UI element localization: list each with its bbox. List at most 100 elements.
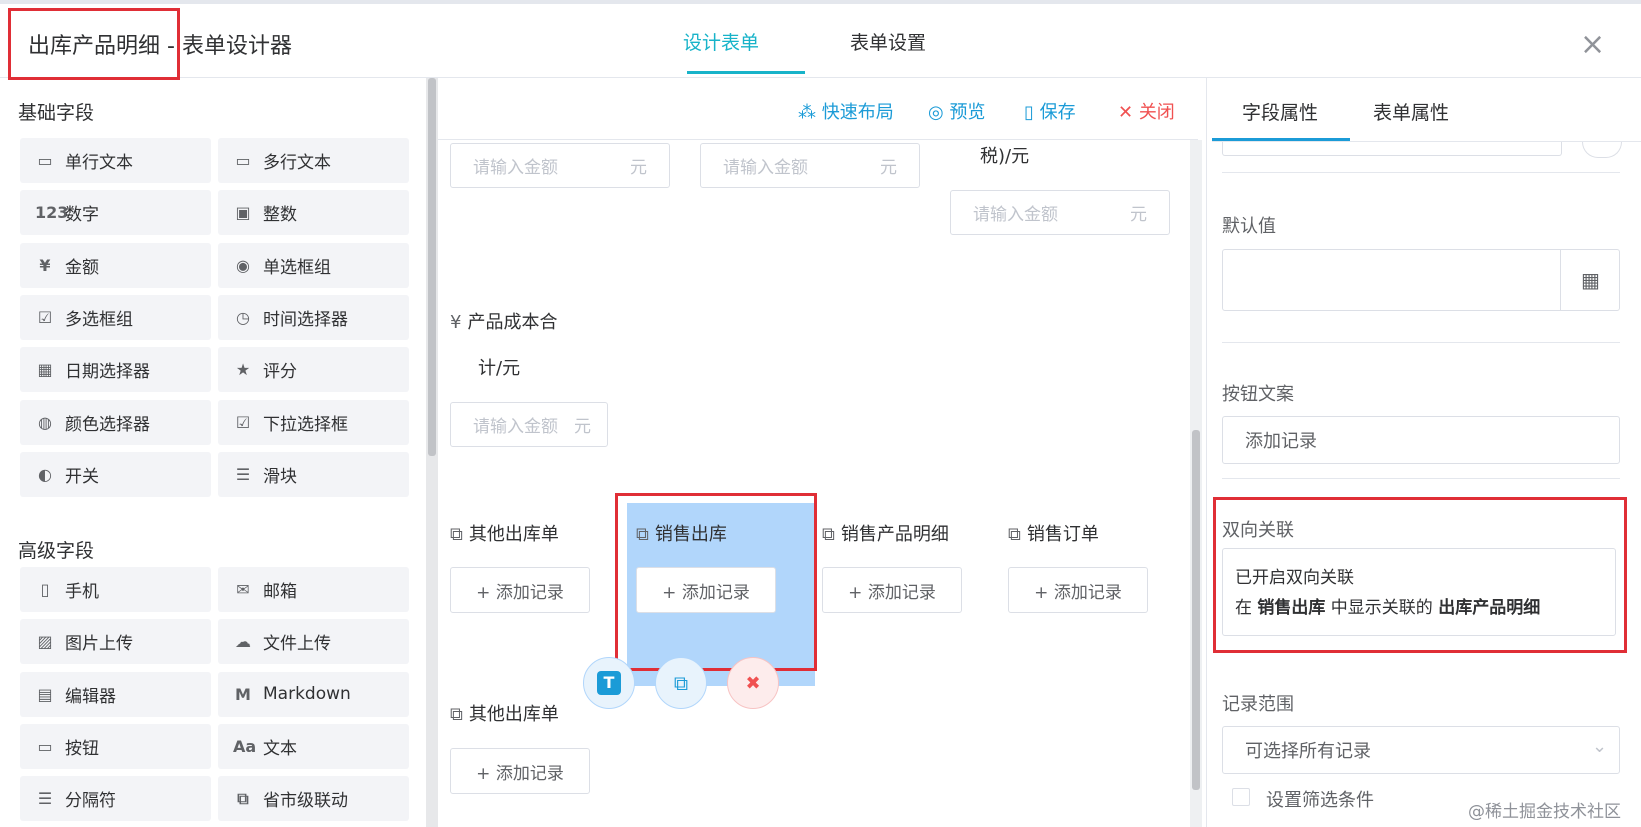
add-record-button[interactable]: + 添加记录	[450, 567, 590, 613]
record-range-label: 记录范围	[1222, 694, 1294, 715]
tab-design-form[interactable]: 设计表单	[683, 28, 759, 55]
add-record-button[interactable]: + 添加记录	[1008, 567, 1148, 613]
add-record-button[interactable]: + 添加记录	[822, 567, 962, 613]
section-divider	[1222, 342, 1620, 343]
component-item[interactable]: ☑ 下拉选择框	[218, 399, 409, 445]
link-icon: ⧉	[450, 524, 463, 545]
amount-input[interactable]: 请输入金额元	[700, 143, 920, 188]
save-button[interactable]: ▯ 保存	[1024, 98, 1076, 124]
component-icon: ☰	[37, 789, 53, 809]
link-icon: ⧉	[1008, 524, 1021, 545]
button-text-input[interactable]: 添加记录	[1222, 416, 1620, 464]
component-item[interactable]: 123 数字	[20, 190, 211, 236]
amount-input[interactable]: 请输入金额元	[950, 190, 1170, 235]
record-range-select[interactable]: 可选择所有记录	[1222, 726, 1620, 774]
save-icon: ▯	[1024, 102, 1040, 123]
component-label: 多选框组	[65, 309, 133, 330]
component-label: 滑块	[263, 466, 297, 487]
tax-label-tail: 税)/元	[980, 146, 1030, 167]
component-item[interactable]: ▯ 手机	[20, 567, 211, 612]
component-label: 文本	[263, 738, 297, 759]
grid-icon[interactable]: ▦	[1581, 268, 1600, 292]
component-label: 文件上传	[263, 634, 331, 655]
field-type-button[interactable]: T	[583, 657, 635, 709]
component-item[interactable]: ▭ 多行文本	[218, 138, 409, 183]
relation-label-other-outbound[interactable]: ⧉ 其他出库单	[450, 520, 559, 546]
component-item[interactable]: ◍ 颜色选择器	[20, 399, 211, 445]
copy-field-button[interactable]: ⧉	[655, 657, 707, 709]
component-item[interactable]: ☑ 多选框组	[20, 294, 211, 340]
amount-input[interactable]: 请输入金额元	[450, 143, 670, 188]
component-label: 金额	[65, 257, 99, 278]
component-label: 图片上传	[65, 634, 133, 655]
component-icon: ◷	[236, 307, 250, 327]
component-item[interactable]: ★ 评分	[218, 347, 409, 393]
designer-title: 表单设计器	[181, 34, 292, 59]
component-icon: ▭	[235, 151, 251, 170]
component-icon: ▭	[37, 736, 53, 756]
tab-form-properties[interactable]: 表单属性	[1373, 98, 1449, 125]
component-item[interactable]: ¥ 金额	[20, 242, 211, 288]
amount-icon: ¥	[450, 312, 462, 333]
component-item[interactable]: ☁ 文件上传	[218, 619, 409, 665]
component-label: 手机	[65, 582, 99, 602]
component-icon: ▣	[235, 203, 251, 223]
component-item[interactable]: Aa 文本	[218, 723, 409, 769]
component-label: 多行文本	[263, 153, 331, 173]
component-item[interactable]: ☰ 分隔符	[20, 776, 211, 822]
component-item[interactable]: ◐ 开关	[20, 451, 211, 497]
filter-checkbox[interactable]	[1232, 788, 1250, 806]
component-label: 评分	[263, 362, 297, 383]
tab-form-settings[interactable]: 表单设置	[850, 28, 926, 55]
component-label: 邮箱	[263, 582, 297, 602]
component-item[interactable]: ◉ 单选框组	[218, 242, 409, 288]
preview-button[interactable]: ◎ 预览	[928, 98, 985, 124]
selected-field-highlight	[615, 493, 817, 671]
component-label: 日期选择器	[65, 362, 150, 383]
component-item[interactable]: ▨ 图片上传	[20, 619, 211, 665]
component-item[interactable]: ▦ 日期选择器	[20, 347, 211, 393]
sparkle-icon: ⁂	[798, 102, 822, 123]
section-divider	[1222, 478, 1620, 479]
cost-amount-input[interactable]: 请输入金额元	[450, 402, 608, 447]
canvas-scrollbar-thumb[interactable]	[1192, 430, 1200, 790]
close-icon[interactable]: ×	[1580, 30, 1605, 60]
component-item[interactable]: M Markdown	[218, 671, 409, 717]
component-item[interactable]: ▭ 单行文本	[20, 138, 211, 183]
active-tab-indicator	[687, 71, 805, 74]
component-item[interactable]: ⧉ 省市级联动	[218, 776, 409, 822]
add-record-button[interactable]: + 添加记录	[450, 748, 590, 794]
component-label: 省市级联动	[263, 791, 348, 812]
bidirectional-highlight	[1213, 497, 1627, 653]
relation-label-sales-order[interactable]: ⧉ 销售订单	[1008, 520, 1099, 546]
component-label: 时间选择器	[263, 309, 348, 330]
component-item[interactable]: ▭ 按钮	[20, 723, 211, 769]
component-label: 分隔符	[65, 791, 116, 812]
component-icon: ▤	[37, 684, 53, 704]
tab-field-properties[interactable]: 字段属性	[1242, 98, 1318, 125]
chevron-down-icon[interactable]: ⌄	[1592, 736, 1607, 757]
component-item[interactable]: ☰ 滑块	[218, 451, 409, 497]
component-label: 颜色选择器	[65, 414, 150, 435]
component-label: Markdown	[263, 684, 351, 705]
form-name-highlight	[8, 8, 180, 80]
component-item[interactable]: ▣ 整数	[218, 190, 409, 236]
component-item[interactable]: ◷ 时间选择器	[218, 294, 409, 340]
quick-layout-button[interactable]: ⁂ 快速布局	[798, 98, 894, 124]
component-item[interactable]: ✉ 邮箱	[218, 567, 409, 612]
relation-label-other-outbound-2[interactable]: ⧉ 其他出库单	[450, 700, 559, 726]
partial-input[interactable]	[1222, 142, 1562, 156]
input-divider	[1560, 250, 1561, 310]
left-scrollbar-thumb[interactable]	[428, 78, 436, 456]
cost-label-line2: 计/元	[478, 358, 521, 379]
component-icon: M	[235, 684, 251, 704]
close-button[interactable]: ✕ 关闭	[1118, 98, 1175, 124]
component-label: 单选框组	[263, 257, 331, 278]
delete-field-button[interactable]: ✖	[727, 657, 779, 709]
component-item[interactable]: ▤ 编辑器	[20, 671, 211, 717]
section-divider	[1222, 172, 1620, 173]
relation-label-sales-product-detail[interactable]: ⧉ 销售产品明细	[822, 520, 949, 546]
component-label: 下拉选择框	[263, 414, 348, 435]
close-icon: ✕	[1118, 102, 1139, 123]
component-label: 编辑器	[65, 686, 116, 707]
